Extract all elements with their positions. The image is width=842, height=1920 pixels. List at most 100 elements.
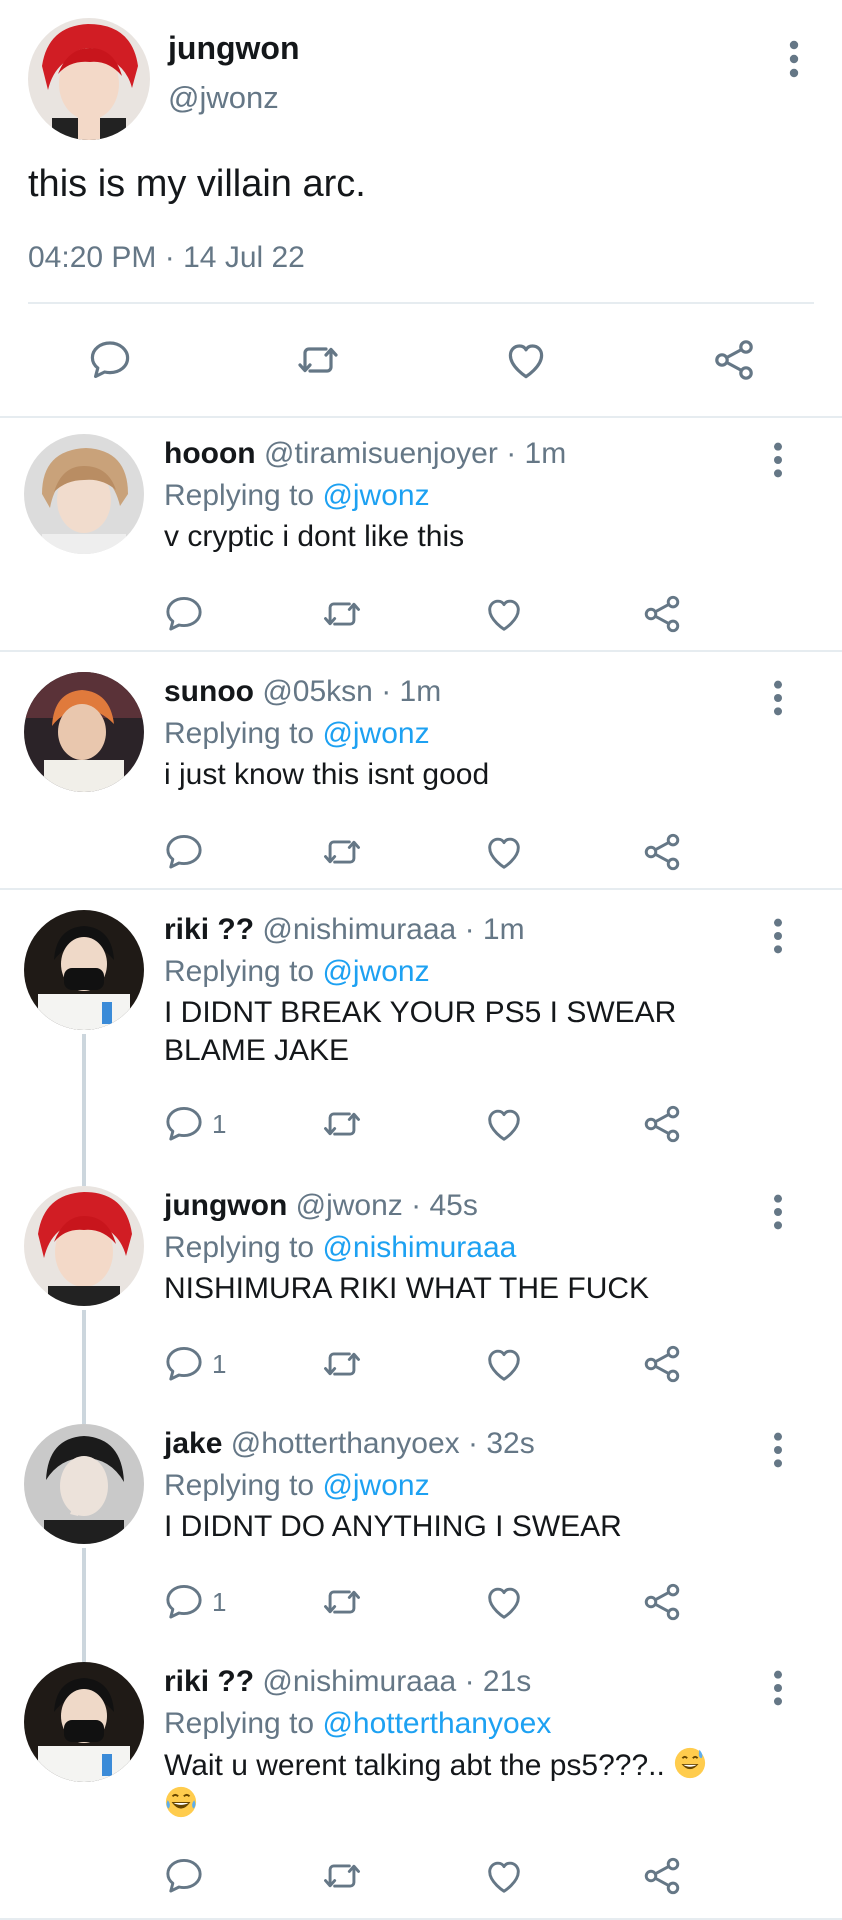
reply-header: riki ?? @nishimuraaa · 1m [164,910,525,950]
reply-text-line: i just know this isnt good [164,758,490,791]
comment-icon[interactable] [162,1342,206,1386]
like-icon[interactable] [482,830,526,874]
like-icon[interactable] [502,336,550,384]
share-icon[interactable] [640,1580,684,1624]
avatar[interactable] [24,434,144,554]
author-handle[interactable]: @nishimuraaa [262,913,456,946]
reply-text: Wait u werent talking abt the ps5???.. [164,1746,784,1824]
reply-tweet[interactable]: riki ?? @nishimuraaa · 21s Replying to @… [0,1648,842,1920]
replying-to-link[interactable]: @jwonz [322,479,429,512]
share-icon[interactable] [640,592,684,636]
author-handle[interactable]: @05ksn [262,675,373,708]
avatar[interactable] [28,18,150,140]
grinning-sweat-emoji [675,1747,706,1779]
retweet-icon[interactable] [294,336,342,384]
author-handle[interactable]: @nishimuraaa [262,1665,456,1698]
reply-text: i just know this isnt good [164,756,784,794]
share-icon[interactable] [640,1102,684,1146]
replying-to-link[interactable]: @jwonz [322,955,429,988]
author-handle[interactable]: @hotterthanyoex [231,1427,460,1460]
share-icon[interactable] [640,830,684,874]
tweet-time: 04:20 PM [28,241,157,274]
author-name[interactable]: riki ?? [164,1665,254,1698]
reply-count: 1 [212,1109,227,1139]
author-handle[interactable]: @jwonz [168,80,279,116]
more-options-icon[interactable] [762,1668,794,1708]
reply-time: 32s [486,1427,535,1460]
author-handle[interactable]: @jwonz [296,1189,403,1222]
reply-text: I DIDNT DO ANYTHING I SWEAR [164,1508,784,1546]
more-options-icon[interactable] [762,440,794,480]
reply-time: 1m [524,437,567,470]
author-name[interactable]: jungwon [168,30,300,66]
retweet-icon[interactable] [320,1342,364,1386]
replying-to-link[interactable]: @hotterthanyoex [322,1707,551,1740]
comment-icon[interactable] [162,830,206,874]
reply-header: hooon @tiramisuenjoyer · 1m [164,434,566,474]
reply-header: jungwon @jwonz · 45s [164,1186,478,1226]
avatar[interactable] [24,910,144,1030]
avatar[interactable] [24,672,144,792]
tweet-text: this is my villain arc. [28,163,366,205]
author-name[interactable]: hooon [164,437,256,470]
like-icon[interactable] [482,1854,526,1898]
reply-text: v cryptic i dont like this [164,518,784,556]
reply-tweet[interactable]: hooon @tiramisuenjoyer · 1m Replying to … [0,420,842,652]
reply-tweet[interactable]: riki ?? @nishimuraaa · 1m Replying to @j… [0,896,842,1172]
retweet-icon[interactable] [320,830,364,874]
like-icon[interactable] [482,1102,526,1146]
comment-icon[interactable] [162,592,206,636]
reply-text-line: BLAME JAKE [164,1034,350,1067]
retweet-icon[interactable] [320,1580,364,1624]
replying-to-link[interactable]: @jwonz [322,717,429,750]
more-options-icon[interactable] [762,1192,794,1232]
reply-tweet[interactable]: jungwon @jwonz · 45s Replying to @nishim… [0,1172,842,1410]
dot-separator: · [506,437,517,470]
author-name[interactable]: jake [164,1427,222,1460]
author-name[interactable]: sunoo [164,675,254,708]
replying-prefix: Replying to [164,717,315,750]
reply-time: 21s [482,1665,532,1698]
reply-text-line [164,1785,784,1824]
like-icon[interactable] [482,1580,526,1624]
avatar[interactable] [24,1186,144,1306]
replying-prefix: Replying to [164,955,315,988]
more-options-icon[interactable] [762,916,794,956]
replying-to: Replying to @jwonz [164,714,430,754]
author-handle[interactable]: @tiramisuenjoyer [264,437,498,470]
replying-to-link[interactable]: @jwonz [322,1469,429,1502]
retweet-icon[interactable] [320,592,364,636]
tweet-date: 14 Jul 22 [183,241,305,274]
share-icon[interactable] [640,1854,684,1898]
reply-tweet[interactable]: jake @hotterthanyoex · 32s Replying to @… [0,1410,842,1648]
more-options-icon[interactable] [762,678,794,718]
comment-icon[interactable] [162,1102,206,1146]
dot-separator: · [468,1427,479,1460]
avatar[interactable] [24,1424,144,1544]
more-options-icon[interactable] [778,38,810,80]
retweet-icon[interactable] [320,1102,364,1146]
author-name[interactable]: jungwon [164,1189,287,1222]
share-icon[interactable] [640,1342,684,1386]
reply-time: 45s [429,1189,478,1222]
like-icon[interactable] [482,1342,526,1386]
share-icon[interactable] [710,336,758,384]
reply-count: 1 [212,1349,227,1379]
replying-to-link[interactable]: @nishimuraaa [322,1231,516,1264]
like-icon[interactable] [482,592,526,636]
reply-text-line: I DIDNT BREAK YOUR PS5 I SWEAR [164,996,677,1029]
reply-time: 1m [482,913,525,946]
tweet-timestamp: 04:20 PM · 14 Jul 22 [28,240,305,276]
reply-text: NISHIMURA RIKI WHAT THE FUCK [164,1270,784,1308]
comment-icon[interactable] [162,1854,206,1898]
replying-to: Replying to @jwonz [164,476,430,516]
reply-text-line: v cryptic i dont like this [164,520,465,553]
avatar[interactable] [24,1662,144,1782]
comment-icon[interactable] [162,1580,206,1624]
more-options-icon[interactable] [762,1430,794,1470]
reply-time: 1m [399,675,442,708]
comment-icon[interactable] [86,336,134,384]
author-name[interactable]: riki ?? [164,913,254,946]
reply-tweet[interactable]: sunoo @05ksn · 1m Replying to @jwonz i j… [0,658,842,890]
retweet-icon[interactable] [320,1854,364,1898]
